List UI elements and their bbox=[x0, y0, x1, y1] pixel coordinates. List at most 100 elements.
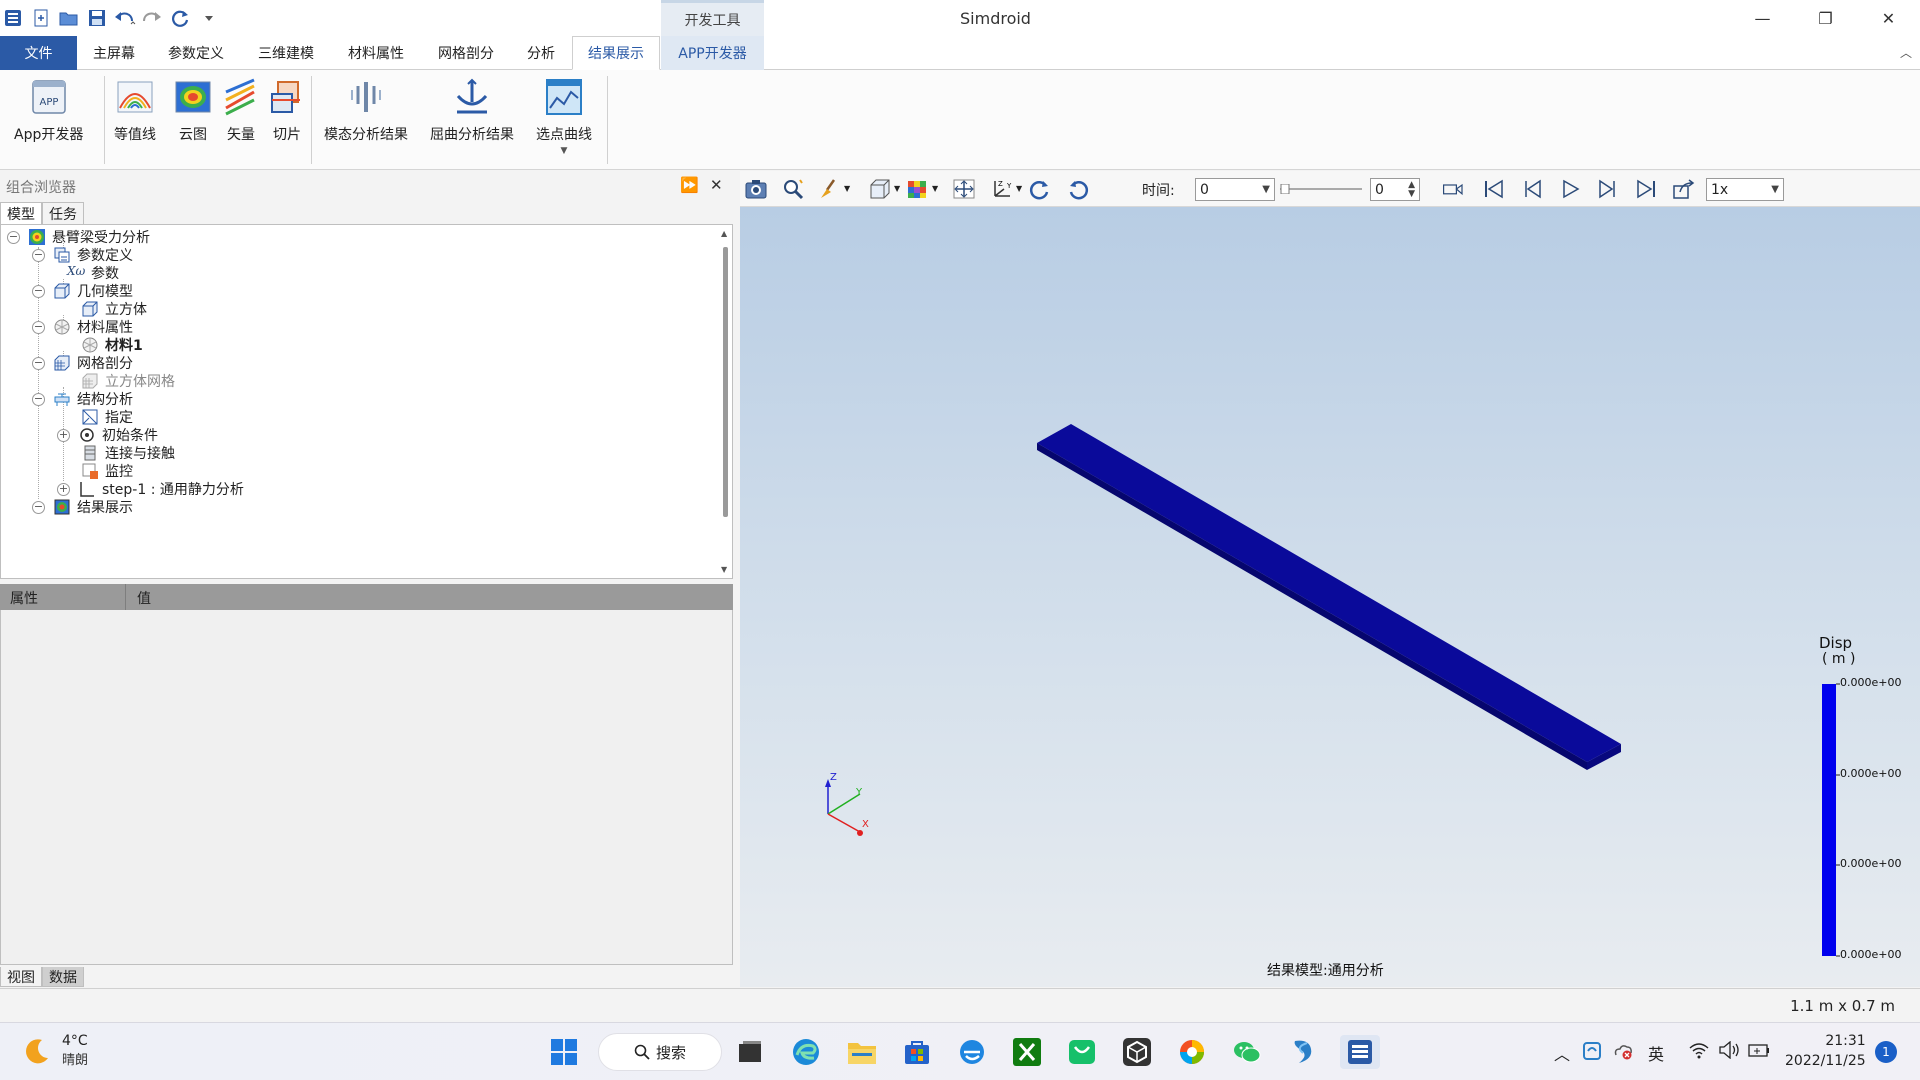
tree-scrollbar[interactable]: ▲ ▼ bbox=[721, 229, 730, 574]
simdroid-app-icon[interactable] bbox=[1285, 1035, 1319, 1069]
last-frame-icon[interactable] bbox=[1634, 178, 1658, 200]
collapse-toggle-icon[interactable]: − bbox=[7, 230, 20, 244]
scroll-up-icon[interactable]: ▲ bbox=[721, 229, 727, 238]
color-display-icon[interactable] bbox=[906, 178, 930, 200]
cloud-sync-error-icon[interactable] bbox=[1612, 1041, 1634, 1061]
open-folder-icon[interactable] bbox=[58, 7, 80, 29]
axis-orient-icon[interactable]: ZY bbox=[990, 178, 1014, 200]
collapse-ribbon-icon[interactable]: ︿ bbox=[1900, 44, 1912, 61]
shopping-bag-icon[interactable] bbox=[1065, 1035, 1099, 1069]
tab-analysis[interactable]: 分析 bbox=[518, 36, 564, 70]
beam-side-face[interactable] bbox=[1037, 443, 1587, 770]
tab-mesh[interactable]: 网格剖分 bbox=[430, 36, 502, 70]
expand-toggle-icon[interactable]: + bbox=[57, 482, 70, 496]
refresh-icon[interactable] bbox=[170, 7, 192, 29]
fit-view-icon[interactable] bbox=[952, 178, 976, 200]
tab-data[interactable]: 数据 bbox=[42, 967, 84, 987]
scroll-down-icon[interactable]: ▼ bbox=[721, 565, 727, 574]
brush-dropdown-icon[interactable]: ▼ bbox=[844, 184, 850, 193]
collapse-toggle-icon[interactable]: − bbox=[32, 356, 45, 370]
system-clock[interactable]: 21:31 2022/11/25 bbox=[1785, 1031, 1866, 1071]
xbox-icon[interactable] bbox=[1010, 1035, 1044, 1069]
collapse-toggle-icon[interactable]: − bbox=[32, 320, 45, 334]
tab-home[interactable]: 主屏幕 bbox=[82, 36, 146, 70]
3d-viewport[interactable]: Z Y X Disp ( m ) 0.000e+00 0.000e+00 0.0… bbox=[740, 207, 1920, 987]
edge-browser-icon[interactable] bbox=[789, 1035, 823, 1069]
previous-frame-icon[interactable] bbox=[1520, 178, 1544, 200]
step-spinner[interactable]: 0 ▲ ▼ bbox=[1370, 178, 1420, 201]
zoom-icon[interactable] bbox=[782, 178, 806, 200]
tab-view[interactable]: 视图 bbox=[0, 967, 42, 987]
close-button[interactable]: ✕ bbox=[1857, 0, 1920, 36]
export-icon[interactable] bbox=[1672, 178, 1696, 200]
tab-task[interactable]: 任务 bbox=[42, 202, 84, 224]
play-icon[interactable] bbox=[1558, 178, 1582, 200]
collapse-toggle-icon[interactable]: − bbox=[32, 284, 45, 298]
3d-app-icon[interactable] bbox=[1120, 1035, 1154, 1069]
show-hidden-icons[interactable]: ︿ bbox=[1554, 1041, 1570, 1065]
store-icon[interactable] bbox=[900, 1035, 934, 1069]
wifi-icon[interactable] bbox=[1688, 1041, 1710, 1059]
speed-select[interactable]: 1x ▼ bbox=[1706, 178, 1784, 201]
first-frame-icon[interactable] bbox=[1482, 178, 1506, 200]
vector-button[interactable]: 矢量 bbox=[222, 78, 260, 144]
next-frame-icon[interactable] bbox=[1596, 178, 1620, 200]
axis-dropdown-icon[interactable]: ▼ bbox=[1016, 184, 1022, 193]
app-dev-button[interactable]: APP App开发器 bbox=[14, 78, 83, 144]
point-curve-button[interactable]: 选点曲线 ▼ bbox=[536, 78, 592, 156]
beam-top-face[interactable] bbox=[1037, 424, 1621, 762]
file-explorer-icon[interactable] bbox=[845, 1035, 879, 1069]
tree-results[interactable]: − 结果展示 bbox=[32, 496, 133, 518]
tab-material[interactable]: 材料属性 bbox=[340, 36, 412, 70]
app-logo-icon[interactable] bbox=[2, 7, 24, 29]
close-panel-icon[interactable]: ✕ bbox=[710, 176, 723, 194]
tab-file[interactable]: 文件 bbox=[0, 36, 77, 70]
contextual-tab-dev-tools[interactable]: 开发工具 bbox=[661, 0, 764, 36]
view-cube-icon[interactable] bbox=[868, 178, 892, 200]
customize-toolbar-icon[interactable] bbox=[198, 7, 220, 29]
buckling-results-button[interactable]: 屈曲分析结果 bbox=[430, 78, 514, 144]
scrollbar-thumb[interactable] bbox=[723, 247, 728, 517]
battery-icon[interactable] bbox=[1748, 1041, 1770, 1059]
notification-badge[interactable]: 1 bbox=[1875, 1041, 1897, 1063]
tray-app-icon[interactable] bbox=[1582, 1041, 1602, 1061]
rotate-ccw-icon[interactable] bbox=[1028, 178, 1052, 200]
collapse-toggle-icon[interactable]: − bbox=[32, 392, 45, 406]
weather-widget[interactable]: 4°C 晴朗 bbox=[22, 1033, 88, 1068]
clear-brush-icon[interactable] bbox=[818, 178, 842, 200]
view-dropdown-icon[interactable]: ▼ bbox=[894, 184, 900, 193]
tab-3d-modeling[interactable]: 三维建模 bbox=[250, 36, 322, 70]
wechat-icon[interactable] bbox=[1230, 1035, 1264, 1069]
volume-icon[interactable] bbox=[1718, 1041, 1740, 1059]
rotate-cw-icon[interactable] bbox=[1066, 178, 1090, 200]
collapse-toggle-icon[interactable]: − bbox=[32, 248, 45, 262]
modal-results-button[interactable]: 模态分析结果 bbox=[324, 78, 408, 144]
tab-results[interactable]: 结果展示 bbox=[572, 36, 660, 70]
new-file-icon[interactable] bbox=[30, 7, 52, 29]
save-icon[interactable] bbox=[86, 7, 108, 29]
dock-panel-icon[interactable]: ⏩ bbox=[680, 176, 699, 194]
simdroid-active-icon[interactable] bbox=[1340, 1035, 1380, 1069]
tab-app-dev[interactable]: APP开发器 bbox=[661, 36, 764, 70]
color-app-icon[interactable] bbox=[1175, 1035, 1209, 1069]
tab-model[interactable]: 模型 bbox=[0, 202, 42, 224]
contour-button[interactable]: 等值线 bbox=[114, 78, 156, 144]
minimize-button[interactable]: — bbox=[1731, 0, 1794, 36]
column-splitter[interactable] bbox=[125, 584, 126, 610]
record-video-icon[interactable] bbox=[1442, 178, 1466, 200]
ie-browser-icon[interactable] bbox=[955, 1035, 989, 1069]
taskbar-search[interactable]: 搜索 bbox=[598, 1033, 722, 1071]
restore-button[interactable]: ❐ bbox=[1794, 0, 1857, 36]
cloud-button[interactable]: 云图 bbox=[174, 78, 212, 144]
undo-icon[interactable] bbox=[114, 7, 136, 29]
redo-icon[interactable] bbox=[142, 7, 164, 29]
color-dropdown-icon[interactable]: ▼ bbox=[932, 184, 938, 193]
time-select[interactable]: 0 ▼ bbox=[1195, 178, 1275, 201]
spinner-arrows-icon[interactable]: ▲ ▼ bbox=[1408, 180, 1415, 199]
task-view-icon[interactable] bbox=[733, 1035, 767, 1069]
camera-icon[interactable] bbox=[744, 178, 768, 200]
time-slider[interactable] bbox=[1280, 184, 1362, 194]
collapse-toggle-icon[interactable]: − bbox=[32, 500, 45, 514]
ime-indicator[interactable]: 英 bbox=[1648, 1041, 1664, 1065]
start-menu-icon[interactable] bbox=[547, 1035, 581, 1069]
